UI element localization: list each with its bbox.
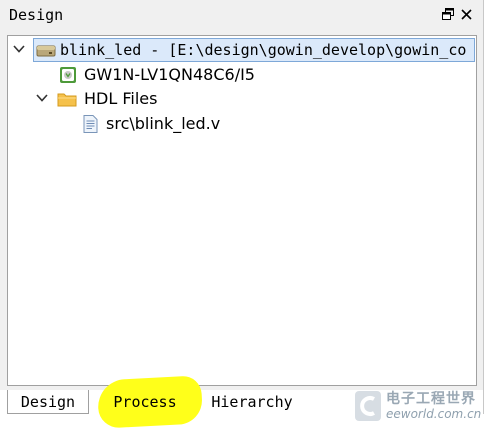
tree-item-label: src\blink_led.v	[106, 114, 221, 133]
project-drive-icon	[36, 45, 56, 57]
tab-label: Design	[20, 392, 76, 411]
tab-hierarchy[interactable]: Hierarchy	[200, 390, 304, 414]
tab-process[interactable]: Process	[100, 390, 190, 414]
close-icon[interactable]	[458, 6, 474, 22]
panel-title: Design	[9, 6, 64, 24]
chip-device-icon	[60, 67, 76, 83]
watermark-url: eeworld.com.cn	[386, 407, 482, 421]
folder-icon	[57, 93, 77, 107]
panel-divider	[483, 0, 484, 414]
close-icon-glyph	[460, 8, 472, 20]
tab-label: Process	[113, 393, 177, 411]
eeworld-logo-icon	[355, 391, 381, 421]
design-tree[interactable]: blink_led - [E:\design\gowin_develop\gow…	[7, 35, 477, 386]
tree-item-file[interactable]: src\blink_led.v	[8, 112, 476, 136]
tree-item-label: HDL Files	[84, 89, 158, 108]
chevron-down-icon[interactable]	[12, 42, 26, 56]
float-window-icon-glyph	[442, 8, 454, 20]
tree-item-label: blink_led - [E:\design\gowin_develop\gow…	[60, 41, 467, 59]
chevron-down-icon[interactable]	[35, 91, 49, 105]
tree-item-hdl-files[interactable]: HDL Files	[8, 87, 476, 111]
design-panel: Design blink_led - [E:\design\gowin_deve…	[0, 0, 483, 390]
tab-label: Hierarchy	[211, 393, 293, 411]
float-window-icon[interactable]	[440, 6, 456, 22]
verilog-file-icon	[83, 115, 98, 133]
tab-design[interactable]: Design	[7, 390, 89, 414]
eeworld-watermark: 电子工程世界 eeworld.com.cn	[352, 386, 490, 428]
watermark-text: 电子工程世界	[386, 391, 476, 407]
panel-titlebar: Design	[0, 0, 483, 30]
tree-item-device[interactable]: GW1N-LV1QN48C6/I5	[8, 63, 476, 87]
tree-item-label: GW1N-LV1QN48C6/I5	[84, 65, 255, 84]
tree-item-project[interactable]: blink_led - [E:\design\gowin_develop\gow…	[8, 38, 476, 62]
